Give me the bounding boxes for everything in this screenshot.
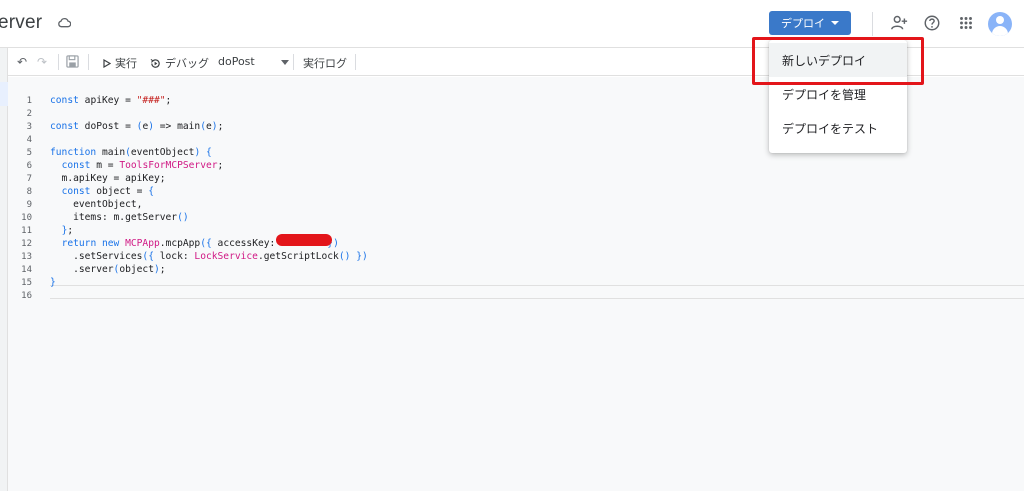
play-icon [103,58,111,68]
line-number: 11 [21,226,32,236]
deploy-button[interactable]: デプロイ [769,11,851,35]
cloud-icon [58,17,71,28]
code-line: const doPost = (e) => main(e); [50,121,224,132]
current-line-highlight [50,285,1024,299]
code-line: const apiKey = "###"; [50,95,172,106]
annotation-highlight-box [752,37,924,85]
line-number: 4 [26,135,32,145]
code-line: const m = ToolsForMCPServer; [61,160,224,171]
redaction-mark [276,234,332,246]
chevron-down-icon [831,21,839,25]
toolbar-divider [58,54,59,70]
undo-icon[interactable]: ↶ [17,55,27,69]
selected-file-indicator[interactable] [0,82,8,106]
line-number: 12 [21,239,32,249]
code-line: m.apiKey = apiKey; [50,173,166,184]
line-number: 1 [26,96,32,106]
line-number: 7 [26,174,32,184]
deploy-button-label: デプロイ [781,17,825,30]
code-line: .server(object); [50,264,166,275]
line-number: 8 [26,187,32,197]
debug-button[interactable]: デバッグ [150,55,209,71]
line-number: 16 [21,291,32,301]
help-icon[interactable] [923,14,941,32]
toolbar-divider [88,54,89,70]
function-select[interactable]: doPost [218,55,255,68]
debug-icon [150,58,160,68]
toolbar-divider [293,54,294,70]
line-number: 10 [21,213,32,223]
code-line: function main(eventObject) { [50,147,212,158]
execution-log-button[interactable]: 実行ログ [303,55,347,71]
debug-label: デバッグ [165,57,209,70]
function-select-value: doPost [218,55,255,68]
project-title[interactable]: erver [0,12,42,34]
menu-item-label: デプロイをテスト [782,121,879,136]
menu-item-test-deployments[interactable]: デプロイをテスト [769,111,907,145]
menu-item-label: デプロイを管理 [782,87,867,102]
code-line: } [50,277,56,288]
save-icon[interactable] [66,55,79,68]
avatar-head [996,16,1004,24]
code-line: const object = { [61,186,154,197]
line-number: 14 [21,265,32,275]
line-number: 2 [26,109,32,119]
line-number: 9 [26,200,32,210]
avatar[interactable] [988,12,1012,36]
execution-log-label: 実行ログ [303,57,347,70]
line-number: 6 [26,161,32,171]
avatar-body [992,26,1008,36]
toolbar-divider [355,54,356,70]
code-line: items: m.getServer() [50,212,189,223]
apps-script-editor: erver デプロイ ↶ ↷ 実行 デバッグ doPost 実行ログ 1 2 3… [0,0,1024,491]
code-line: .setServices({ lock: LockService.getScri… [50,251,368,262]
chevron-down-icon[interactable] [281,60,289,65]
line-number: 13 [21,252,32,262]
run-button[interactable]: 実行 [103,55,137,71]
code-line: eventObject, [50,199,143,210]
code-line: }; [61,225,74,236]
header-divider [872,12,873,36]
line-number: 5 [26,148,32,158]
line-number: 15 [21,278,32,288]
apps-icon[interactable] [957,14,975,32]
line-number: 3 [26,122,32,132]
redo-icon[interactable]: ↷ [37,55,47,69]
file-panel-edge [0,48,8,491]
add-person-icon[interactable] [890,14,908,32]
run-label: 実行 [115,57,137,70]
